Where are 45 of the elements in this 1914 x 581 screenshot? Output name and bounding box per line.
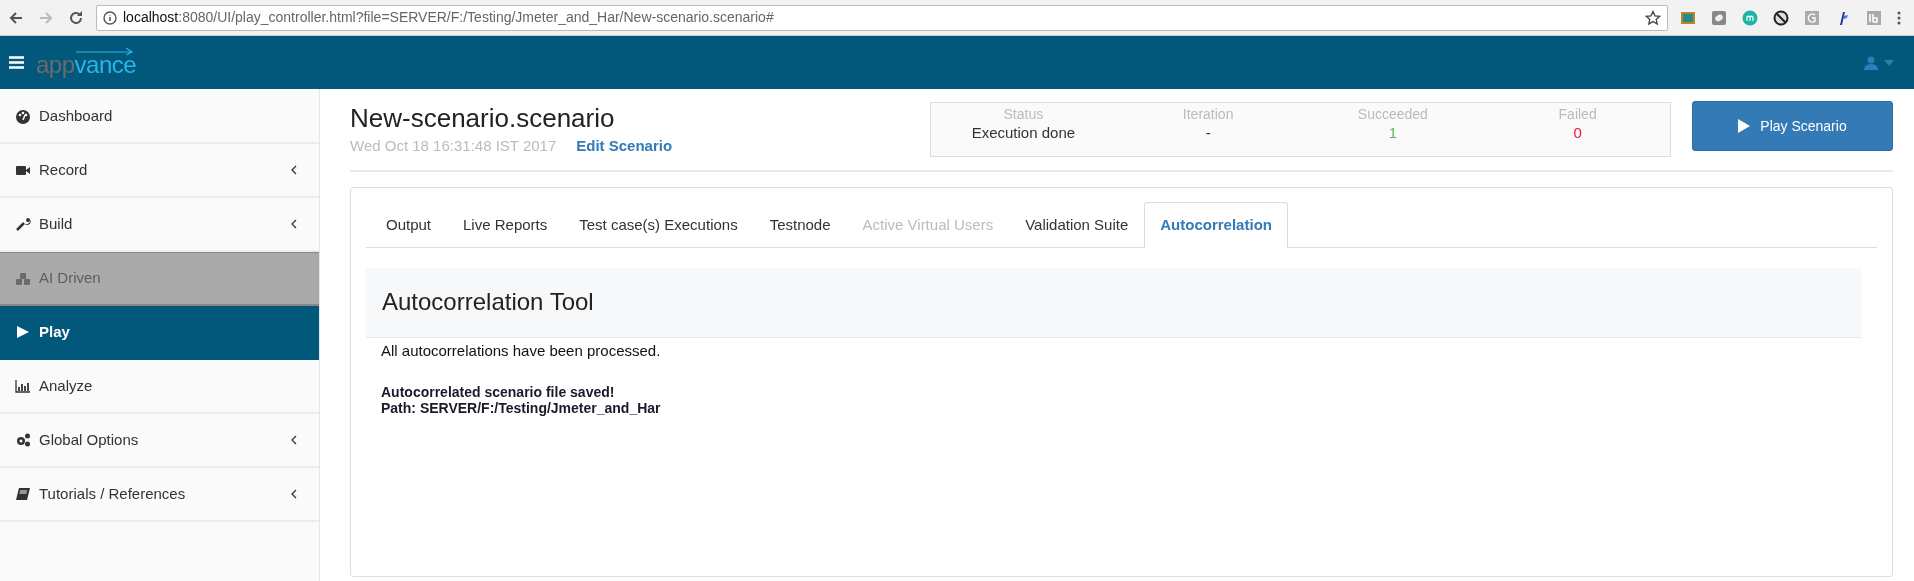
back-icon[interactable] bbox=[8, 9, 24, 26]
edit-scenario-link[interactable]: Edit Scenario bbox=[576, 135, 673, 158]
stat-label: Failed bbox=[1558, 105, 1597, 123]
stat-label: Status bbox=[1003, 105, 1044, 123]
saved-message: Autocorrelated scenario file saved! Path: SERVER/F:/Testing/Jmeter_and_Har bbox=[381, 384, 662, 416]
reload-icon[interactable] bbox=[68, 9, 84, 26]
sidebar-item[interactable]: Dashboard bbox=[0, 90, 319, 144]
message-text: All autocorrelations have been processed. bbox=[381, 340, 662, 361]
sidebar-item[interactable]: Play bbox=[0, 306, 319, 360]
play-scenario-button[interactable]: Play Scenario bbox=[1692, 101, 1893, 151]
panel-title: Autocorrelation Tool bbox=[382, 287, 594, 317]
menu-icon[interactable] bbox=[9, 56, 24, 69]
sidebar-item[interactable]: Global Options bbox=[0, 414, 319, 468]
stat-label: Iteration bbox=[1182, 105, 1234, 123]
book-icon bbox=[15, 486, 31, 502]
sidebar-item[interactable]: Tutorials / References bbox=[0, 468, 319, 522]
url-text: localhost:8080/UI/play_controller.html?file=SERVER/F:/Testing/Jmeter_and_Har/New-scenario.scenario# bbox=[123, 8, 774, 27]
cubes-icon bbox=[15, 270, 31, 287]
tab[interactable]: Autocorrelation bbox=[1144, 201, 1288, 249]
wrench-icon bbox=[15, 216, 31, 232]
stat-value: 1 bbox=[1388, 123, 1398, 143]
stat-label: Succeeded bbox=[1357, 105, 1428, 123]
logo: appvance bbox=[36, 48, 137, 77]
gauge-icon bbox=[15, 108, 31, 124]
address-bar[interactable]: localhost:8080/UI/play_controller.html?file=SERVER/F:/Testing/Jmeter_and_Har/New-scenario.scenario# bbox=[96, 4, 1668, 31]
menu-icon[interactable] bbox=[1897, 9, 1901, 26]
stat-value: 0 bbox=[1573, 123, 1582, 143]
play-icon bbox=[15, 324, 31, 340]
blocked-icon[interactable] bbox=[1773, 9, 1789, 26]
stat-value: - bbox=[1205, 123, 1211, 143]
sidebar-item[interactable]: Record bbox=[0, 144, 319, 198]
info-icon bbox=[103, 10, 117, 25]
tab[interactable]: Test case(s) Executions bbox=[563, 201, 754, 249]
play-icon bbox=[1738, 119, 1751, 133]
date-text: Wed Oct 18 16:31:48 IST 2017 bbox=[350, 136, 557, 156]
tab[interactable]: Output bbox=[370, 201, 448, 249]
sidebar-item[interactable]: Analyze bbox=[0, 360, 319, 414]
tab[interactable]: Validation Suite bbox=[1009, 201, 1145, 249]
gears-icon bbox=[15, 432, 31, 448]
tab[interactable]: Live Reports bbox=[447, 201, 564, 249]
bar-chart-icon bbox=[15, 378, 31, 394]
stat-value: Execution done bbox=[971, 123, 1076, 143]
tab[interactable]: Testnode bbox=[753, 201, 847, 249]
scenario-title: New-scenario.scenario bbox=[350, 102, 616, 135]
star-icon[interactable] bbox=[1645, 9, 1661, 26]
